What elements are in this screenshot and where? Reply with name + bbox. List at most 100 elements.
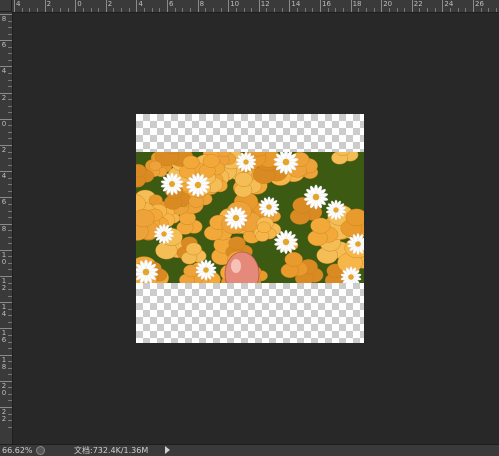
ruler-label: 0 [1,119,7,128]
ruler-minor-tick [365,8,367,12]
ruler-minor-tick [8,112,12,114]
ruler-minor-tick [419,8,421,12]
ruler-minor-tick [358,8,360,12]
ruler-minor-tick [465,8,467,12]
ruler-minor-tick [8,321,12,323]
ruler-label: 16 [322,0,331,8]
ruler-minor-tick [8,184,12,186]
ruler-label: 12 [1,277,7,292]
ruler-minor-tick [450,8,452,12]
ruler-label: 14 [291,0,301,8]
ruler-minor-tick [121,8,123,12]
ruler-tick [473,0,474,12]
ruler-label: 26 [475,0,484,8]
ruler-label: 2 [107,0,113,8]
canvas-workspace[interactable] [13,13,499,444]
ruler-minor-tick [98,8,100,12]
ruler-tick [381,0,383,12]
ruler-label: 0 [77,0,82,8]
ruler-minor-tick [266,8,268,12]
ruler-tick [258,0,260,12]
ruler-minor-tick [8,99,12,101]
ruler-minor-tick [457,8,459,12]
ruler-label: 4 [1,172,7,181]
ruler-label: 2 [46,0,52,8]
ruler-minor-tick [59,8,61,12]
ruler-label: 22 [413,0,423,8]
ruler-minor-tick [297,8,299,12]
ruler-minor-tick [159,8,161,12]
ruler-minor-tick [8,236,12,238]
ruler-label: 8 [199,0,205,8]
ruler-tick [197,0,199,12]
ruler-minor-tick [8,105,12,107]
ruler-minor-tick [404,8,406,12]
ruler-minor-tick [29,8,31,12]
ruler-label: 10 [1,250,7,266]
ruler-minor-tick [8,315,12,317]
ruler-minor-tick [8,413,12,415]
ruler-minor-tick [8,86,12,88]
ruler-tick [136,0,138,12]
ruler-minor-tick [8,53,12,55]
ruler-minor-tick [174,8,176,12]
ruler-tick [411,0,413,12]
ruler-tick [228,0,230,12]
ruler-minor-tick [8,289,12,291]
ruler-label: 8 [1,224,7,233]
document-size-info: 文档:732.4K/1.36M [74,446,149,455]
ruler-minor-tick [8,361,12,363]
horizontal-ruler[interactable]: 4 2 0 2 4 6 8 10 12 14 16 18 20 22 24 26 [0,0,499,13]
zoom-level[interactable]: 66.62% [2,445,33,456]
ruler-minor-tick [8,387,12,389]
ruler-minor-tick [480,8,482,12]
ruler-label: 2 [1,93,7,102]
ruler-minor-tick [8,151,12,153]
ruler-minor-tick [36,8,38,12]
ruler-minor-tick [327,8,329,12]
ruler-minor-tick [8,426,12,428]
ruler-minor-tick [8,256,12,258]
ruler-minor-tick [67,8,69,12]
ruler-minor-tick [8,374,12,376]
flower-image-layer[interactable] [136,152,364,283]
ruler-minor-tick [82,8,84,12]
ruler-minor-tick [8,400,12,402]
ruler-minor-tick [144,8,146,12]
ruler-minor-tick [182,8,184,12]
ruler-minor-tick [488,8,490,12]
ruler-minor-tick [8,420,12,422]
circle-icon[interactable] [36,446,45,455]
ruler-minor-tick [8,308,12,310]
ruler-minor-tick [8,190,12,192]
status-bar: 66.62% 文档:732.4K/1.36M [0,444,499,456]
ruler-minor-tick [335,8,337,12]
ruler-minor-tick [427,8,429,12]
ruler-tick [442,0,444,12]
vertical-ruler[interactable]: 86420246810121416182022 [0,12,13,444]
ruler-minor-tick [8,138,12,140]
document-canvas[interactable] [136,114,364,343]
ruler-minor-tick [8,164,12,166]
ruler-minor-tick [189,8,191,12]
ruler-minor-tick [220,8,222,12]
ruler-minor-tick [205,8,207,12]
ruler-label: 18 [352,0,362,8]
ruler-minor-tick [304,8,306,12]
triangle-right-icon[interactable] [165,446,170,454]
ruler-minor-tick [90,8,92,12]
ruler-minor-tick [21,8,23,12]
ruler-label: 10 [230,0,240,8]
ruler-tick [75,0,77,12]
ruler-minor-tick [243,8,245,12]
ruler-tick [320,0,321,12]
ruler-tick [167,0,168,12]
ruler-minor-tick [373,8,375,12]
ruler-origin-corner[interactable] [0,0,12,12]
ruler-minor-tick [495,8,497,12]
ruler-minor-tick [8,46,12,48]
ruler-minor-tick [113,8,115,12]
ruler-minor-tick [434,8,436,12]
ruler-minor-tick [281,8,283,12]
ruler-label: 4 [138,0,143,8]
